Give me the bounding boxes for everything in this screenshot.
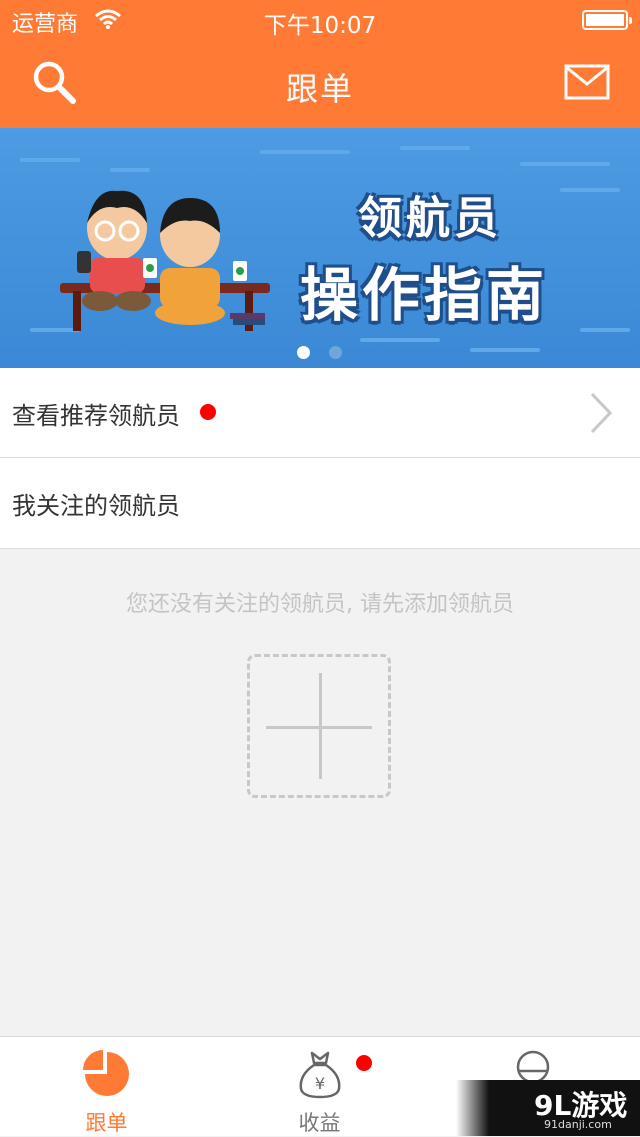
pager-dot[interactable] (329, 346, 342, 359)
mail-icon[interactable] (564, 64, 610, 100)
watermark-url: 91danji.com (544, 1118, 612, 1131)
tab-earnings-label: 收益 (298, 1111, 341, 1135)
earnings-badge-dot (356, 1055, 372, 1071)
page-title: 跟单 (285, 70, 354, 108)
battery-icon (582, 10, 632, 30)
pager-dot-active[interactable] (297, 346, 310, 359)
money-bag-icon: ¥ (295, 1049, 345, 1103)
followed-navigators-label: 我关注的领航员 (12, 492, 180, 520)
svg-text:¥: ¥ (314, 1074, 324, 1093)
chevron-right-icon (590, 392, 612, 434)
tab-follow[interactable]: 跟单 (0, 1037, 213, 1137)
banner-title-line2: 操作指南 (300, 261, 549, 329)
pie-chart-icon (82, 1049, 132, 1103)
nav-bar: 跟单 (0, 40, 640, 128)
cartoon-illustration (60, 190, 270, 331)
status-bar: 运营商 下午10:07 (0, 0, 640, 40)
empty-state-message: 您还没有关注的领航员, 请先添加领航员 (126, 592, 514, 617)
followed-navigators-row: 我关注的领航员 (0, 458, 640, 549)
clock: 下午10:07 (263, 13, 377, 39)
guide-banner[interactable]: 领航员 操作指南 (0, 128, 640, 368)
banner-title-line1: 领航员 (358, 193, 502, 244)
new-badge-dot (200, 404, 216, 420)
site-watermark: 9L游戏 91danji.com (456, 1080, 640, 1136)
tab-follow-label: 跟单 (85, 1111, 128, 1135)
recommended-navigators-row[interactable]: 查看推荐领航员 (0, 368, 640, 458)
add-navigator-button[interactable] (247, 654, 391, 798)
recommended-navigators-label: 查看推荐领航员 (12, 402, 180, 430)
tab-earnings[interactable]: ¥ 收益 (213, 1037, 426, 1137)
